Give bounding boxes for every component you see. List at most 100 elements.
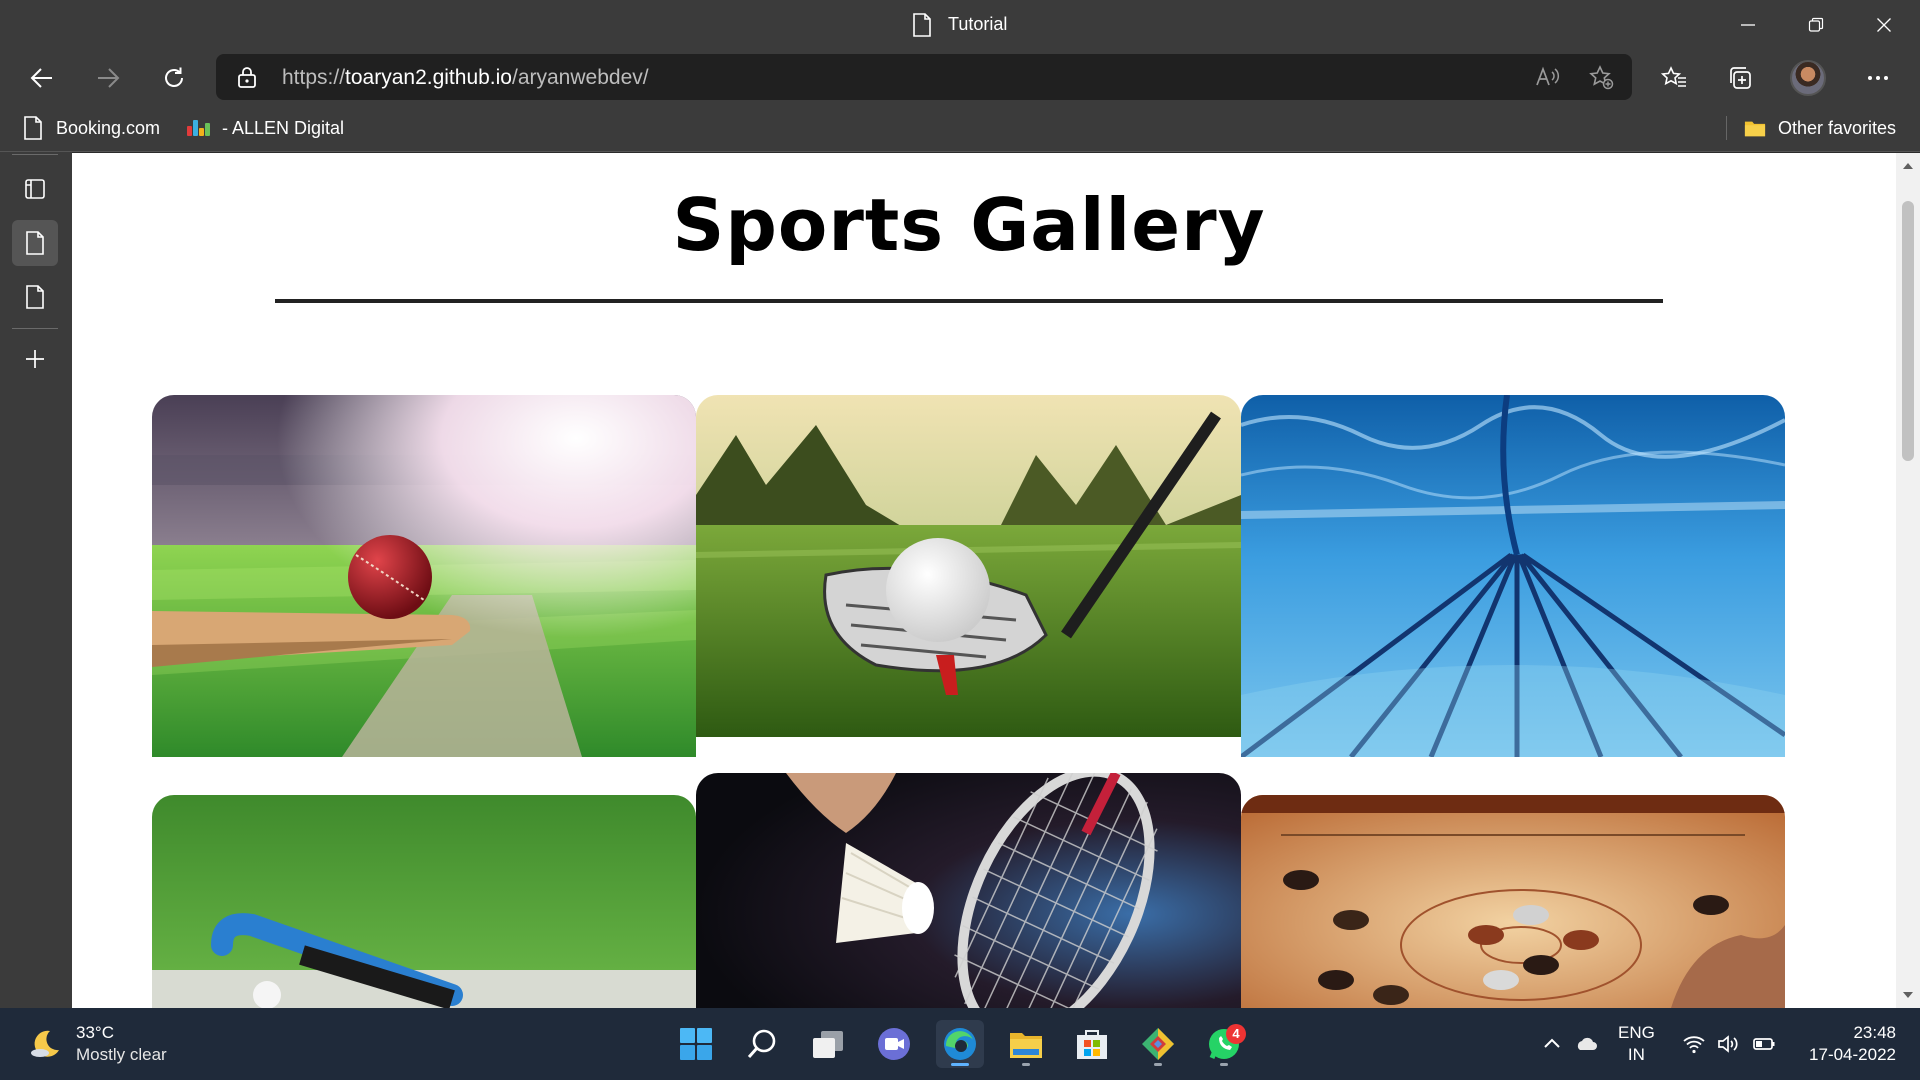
running-indicator [1220, 1063, 1228, 1066]
clock-date: 17-04-2022 [1809, 1045, 1896, 1064]
read-aloud-icon[interactable] [1534, 64, 1560, 90]
carrom-board-image [1241, 795, 1785, 1008]
more-dots-icon [1868, 76, 1888, 80]
hockey-stick-image [152, 795, 696, 1008]
folder-icon [1744, 121, 1766, 137]
refresh-icon [165, 67, 183, 87]
close-icon [1877, 18, 1891, 32]
language-code: ENG [1618, 1023, 1655, 1042]
whatsapp-button[interactable]: 4 [1200, 1020, 1248, 1068]
weather-condition: Mostly clear [76, 1045, 167, 1064]
vtabs-divider [12, 154, 58, 155]
windows-start-icon [680, 1028, 712, 1060]
tab-actions-button[interactable] [12, 166, 58, 212]
gallery-image-golf[interactable] [696, 395, 1241, 737]
golf-ball-club-image [696, 395, 1241, 737]
other-favorites[interactable]: Other favorites [1744, 114, 1896, 142]
scroll-up-arrow-icon[interactable] [1903, 163, 1913, 169]
url-scheme: https:// [282, 66, 346, 89]
page-icon [24, 116, 42, 140]
collections-icon [1730, 67, 1751, 89]
search-icon [747, 1029, 776, 1058]
add-favorite-icon[interactable] [1588, 64, 1614, 90]
minimize-button[interactable] [1716, 0, 1780, 50]
close-button[interactable] [1852, 0, 1916, 50]
gallery-image-swimming[interactable] [1241, 395, 1785, 757]
new-tab-button[interactable] [12, 336, 58, 382]
task-view-icon [813, 1031, 843, 1058]
taskbar: 33°C Mostly clear 4 ENG IN 23:48 17-04-2… [0, 1008, 1920, 1080]
running-indicator [1022, 1063, 1030, 1066]
volume-icon[interactable] [1716, 1032, 1740, 1056]
edge-browser-icon [944, 1028, 976, 1060]
task-view-button[interactable] [804, 1020, 852, 1068]
favorite-allen-digital[interactable]: - ALLEN Digital [186, 114, 344, 142]
arrow-right-icon [98, 68, 120, 88]
page-title: Sports Gallery [672, 183, 1266, 267]
navigation-bar: https://toaryan2.github.io/aryanwebdev/ [0, 50, 1920, 104]
git-kraken-icon [1142, 1028, 1174, 1060]
back-button[interactable] [20, 56, 64, 100]
store-icon [1077, 1030, 1107, 1059]
web-page: Sports Gallery [72, 153, 1896, 1008]
swimming-pool-image [1241, 395, 1785, 757]
url-text[interactable]: https://toaryan2.github.io/aryanwebdev/ [282, 66, 649, 90]
refresh-button[interactable] [152, 56, 196, 100]
scrollbar-thumb[interactable] [1902, 201, 1914, 461]
file-explorer-button[interactable] [1002, 1020, 1050, 1068]
address-bar[interactable]: https://toaryan2.github.io/aryanwebdev/ [216, 54, 1632, 100]
gallery-image-badminton[interactable] [696, 773, 1241, 1008]
gallery-image-hockey[interactable] [152, 795, 696, 1008]
chevron-up-icon[interactable] [1540, 1032, 1564, 1056]
favorites-bar: Booking.com - ALLEN Digital Other favori… [0, 104, 1920, 152]
window-title: Tutorial [948, 14, 1008, 34]
restore-button[interactable] [1784, 0, 1848, 50]
page-scrollbar[interactable] [1896, 153, 1920, 1008]
git-button[interactable] [1134, 1020, 1182, 1068]
forward-button[interactable] [86, 56, 130, 100]
vertical-tabs-panel [0, 152, 72, 1008]
page-icon [26, 231, 44, 255]
search-button[interactable] [738, 1020, 786, 1068]
weather-widget[interactable]: 33°C Mostly clear [28, 1022, 167, 1066]
profile-avatar[interactable] [1790, 60, 1826, 96]
notification-badge: 4 [1226, 1024, 1246, 1044]
moon-icon [31, 1030, 59, 1057]
settings-more-button[interactable] [1858, 58, 1898, 98]
start-button[interactable] [672, 1020, 720, 1068]
system-clock[interactable]: 23:48 17-04-2022 [1796, 1022, 1896, 1066]
folder-icon [1010, 1033, 1042, 1058]
page-icon [26, 285, 44, 309]
language-indicator[interactable]: ENG IN [1618, 1022, 1655, 1066]
collections-button[interactable] [1720, 58, 1760, 98]
region-code: IN [1627, 1045, 1645, 1064]
onedrive-cloud-icon[interactable] [1574, 1032, 1598, 1056]
restore-icon [1808, 17, 1824, 32]
url-host: toaryan2.github.io [345, 66, 512, 89]
wifi-icon[interactable] [1682, 1032, 1706, 1056]
scroll-down-arrow-icon[interactable] [1903, 992, 1913, 998]
favorites-button[interactable] [1654, 58, 1694, 98]
store-button[interactable] [1068, 1020, 1116, 1068]
favorite-label: Booking.com [56, 117, 161, 138]
gallery-image-cricket[interactable] [152, 395, 696, 757]
title-underline [275, 299, 1663, 303]
allen-logo-icon [186, 118, 210, 138]
battery-icon[interactable] [1752, 1032, 1776, 1056]
edge-taskbar-button[interactable] [936, 1020, 984, 1068]
lock-icon[interactable] [236, 66, 258, 88]
running-indicator [1154, 1063, 1162, 1066]
vtabs-divider [12, 328, 58, 329]
tab-tutorial[interactable] [12, 220, 58, 266]
favorites-divider [1726, 116, 1727, 140]
other-favorites-label: Other favorites [1778, 117, 1897, 138]
weather-temperature: 33°C [76, 1023, 114, 1042]
cricket-ball-bat-image [152, 395, 696, 757]
chat-camera-icon [878, 1028, 910, 1060]
active-indicator [951, 1063, 969, 1066]
gallery-image-carrom[interactable] [1241, 795, 1785, 1008]
tab-panel-icon [25, 179, 45, 199]
tab-second-page[interactable] [12, 274, 58, 320]
favorite-booking[interactable]: Booking.com [22, 114, 160, 142]
chat-button[interactable] [870, 1020, 918, 1068]
